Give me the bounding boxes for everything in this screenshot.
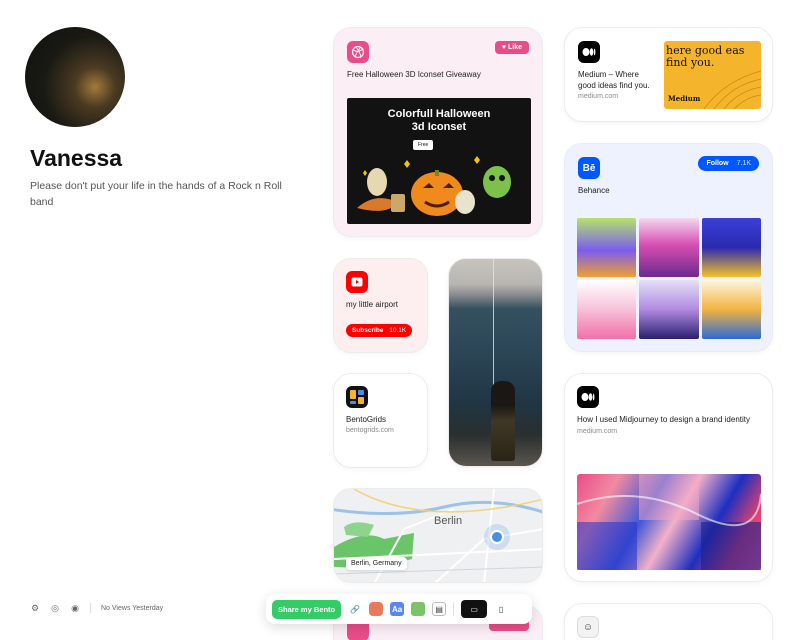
behance-thumbnail[interactable]	[639, 218, 699, 277]
person-silhouette	[491, 381, 515, 461]
bentogrids-title: BentoGrids	[346, 415, 387, 424]
behance-thumbnail[interactable]	[639, 280, 699, 339]
medium-icon	[578, 41, 600, 63]
profile-bio[interactable]: Please don't put your life in the hands …	[30, 178, 290, 210]
medium-article-image	[577, 474, 761, 570]
bento-logo-icon[interactable]: ◎	[50, 603, 60, 613]
behance-icon: Bē	[578, 157, 600, 179]
medium-title: Medium – Where good ideas find you.	[578, 70, 650, 90]
share-toolbar: Share my Bento 🔗 Aa ▤ ▭ ▯	[266, 594, 532, 624]
behance-title: Behance	[578, 186, 610, 195]
map-icon[interactable]	[411, 602, 426, 616]
profile-name[interactable]: Vanessa	[30, 145, 122, 172]
profile-avatar	[25, 27, 125, 127]
avatar-icon: ☺	[577, 616, 599, 638]
dribbble-icon	[347, 41, 369, 63]
map-card[interactable]: Berlin Berlin, Germany	[333, 488, 543, 583]
bentogrids-domain: bentogrids.com	[346, 427, 394, 434]
heart-icon: ♥	[501, 44, 507, 51]
bentogrids-card[interactable]: BentoGrids bentogrids.com	[333, 373, 428, 468]
medium-image-brand: Medium	[668, 94, 701, 103]
behance-thumbnail[interactable]	[701, 280, 761, 339]
behance-thumbnail[interactable]	[577, 218, 637, 277]
follow-button[interactable]: Follow 7.1K	[698, 156, 759, 171]
section-title-icon[interactable]: ▤	[432, 602, 447, 616]
views-stat: No Views Yesterday	[101, 604, 164, 612]
medium-article-card[interactable]: How I used Midjourney to design a brand …	[564, 373, 773, 582]
halloween-illustration	[357, 156, 511, 216]
location-pin-icon	[490, 530, 504, 544]
swing-rope	[493, 259, 494, 399]
mobile-view-icon[interactable]: ▯	[494, 602, 508, 616]
toolbar-divider	[453, 602, 455, 616]
image-icon[interactable]	[369, 602, 384, 616]
text-icon[interactable]: Aa	[390, 602, 405, 616]
halloween-iconset-image[interactable]: Colorfull Halloween 3d Iconset Free	[347, 98, 531, 224]
medium-card[interactable]: Medium – Where good ideas find you. medi…	[564, 27, 773, 122]
dribbble-card[interactable]: ♥ Like Free Halloween 3D Iconset Giveawa…	[333, 27, 543, 237]
footer-divider	[90, 603, 91, 613]
profile-card-partial[interactable]: ☺	[564, 603, 773, 640]
footer-toolbar: ⚙ ◎ ◉ No Views Yesterday	[30, 603, 163, 613]
dribbble-title: Free Halloween 3D Iconset Giveaway	[347, 70, 481, 79]
youtube-title: my little airport	[346, 300, 399, 309]
medium-domain: medium.com	[578, 93, 619, 100]
map-location-label: Berlin, Germany	[346, 557, 407, 570]
like-button[interactable]: ♥ Like	[494, 41, 529, 54]
photo-card[interactable]	[448, 258, 543, 467]
link-icon[interactable]: 🔗	[348, 602, 362, 616]
bentogrids-icon	[346, 386, 368, 408]
share-button[interactable]: Share my Bento	[272, 599, 342, 619]
medium-icon	[577, 386, 599, 408]
subscribe-button[interactable]: Subscribe 10.1K	[346, 324, 413, 337]
discord-icon[interactable]: ◉	[70, 603, 80, 613]
medium-article-domain: medium.com	[577, 428, 618, 435]
behance-gallery	[577, 218, 761, 339]
behance-thumbnail[interactable]	[701, 218, 761, 277]
behance-thumbnail[interactable]	[577, 280, 637, 339]
map-city-label: Berlin	[434, 515, 463, 527]
medium-article-title: How I used Midjourney to design a brand …	[577, 415, 750, 424]
behance-card[interactable]: Bē Follow 7.1K Behance	[564, 143, 773, 352]
desktop-view-icon[interactable]: ▭	[461, 600, 488, 618]
youtube-card[interactable]: my little airport Subscribe 10.1K	[333, 258, 428, 353]
medium-preview-image: here good eas find you. Medium	[664, 41, 761, 109]
settings-sliders-icon[interactable]: ⚙	[30, 603, 40, 613]
youtube-icon	[346, 271, 368, 293]
